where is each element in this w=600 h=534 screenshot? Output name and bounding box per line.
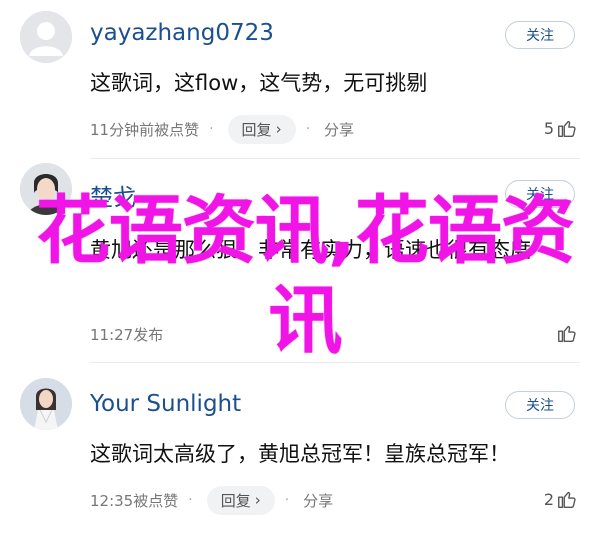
share-button[interactable]: 分享: [324, 119, 354, 140]
thumbs-up-icon: [558, 120, 576, 137]
separator-dot: ·: [188, 492, 193, 508]
separator-dot: ·: [305, 121, 311, 137]
comment-time: 11分钟前被点赞: [90, 120, 200, 139]
avatar[interactable]: [20, 11, 72, 63]
follow-button[interactable]: 关注: [505, 391, 575, 419]
separator-dot: ·: [209, 121, 214, 137]
comment-text: 这歌词，这flow，这气势，无可挑剔: [90, 71, 428, 95]
like-count: 2: [543, 489, 554, 509]
comment-text: 这歌词太高级了，黄旭总冠军！皇族总冠军！: [90, 442, 510, 466]
username[interactable]: Your Sunlight: [90, 391, 241, 417]
separator-dot: ·: [284, 492, 290, 508]
comment-meta: 12:35被点赞 · 回复 › · 分享: [90, 485, 580, 515]
watermark-overlay: 花语资讯,花语资讯: [35, 188, 575, 364]
reply-button[interactable]: 回复 ›: [206, 485, 275, 515]
like-count: 5: [543, 118, 554, 138]
chevron-right-icon: ›: [275, 120, 282, 138]
like-button[interactable]: 2: [544, 488, 578, 510]
username[interactable]: yayazhang0723: [90, 20, 274, 46]
comment-time: 12:35被点赞: [90, 491, 179, 510]
default-avatar-icon: [20, 11, 72, 63]
reply-button-label: 回复: [220, 491, 251, 510]
reply-button[interactable]: 回复 ›: [227, 114, 296, 144]
user-photo-icon: [20, 378, 72, 430]
divider: [90, 158, 580, 159]
follow-button-label: 关注: [526, 398, 554, 414]
reply-button-label: 回复: [241, 120, 272, 139]
comment-meta: 11分钟前被点赞 · 回复 › · 分享: [90, 114, 580, 144]
like-button[interactable]: 5: [544, 117, 578, 139]
thumbs-up-icon: [558, 491, 576, 508]
chevron-right-icon: ›: [254, 491, 261, 509]
share-button[interactable]: 分享: [303, 490, 333, 511]
follow-button-label: 关注: [526, 28, 554, 44]
follow-button[interactable]: 关注: [505, 21, 575, 49]
avatar[interactable]: [20, 378, 72, 430]
